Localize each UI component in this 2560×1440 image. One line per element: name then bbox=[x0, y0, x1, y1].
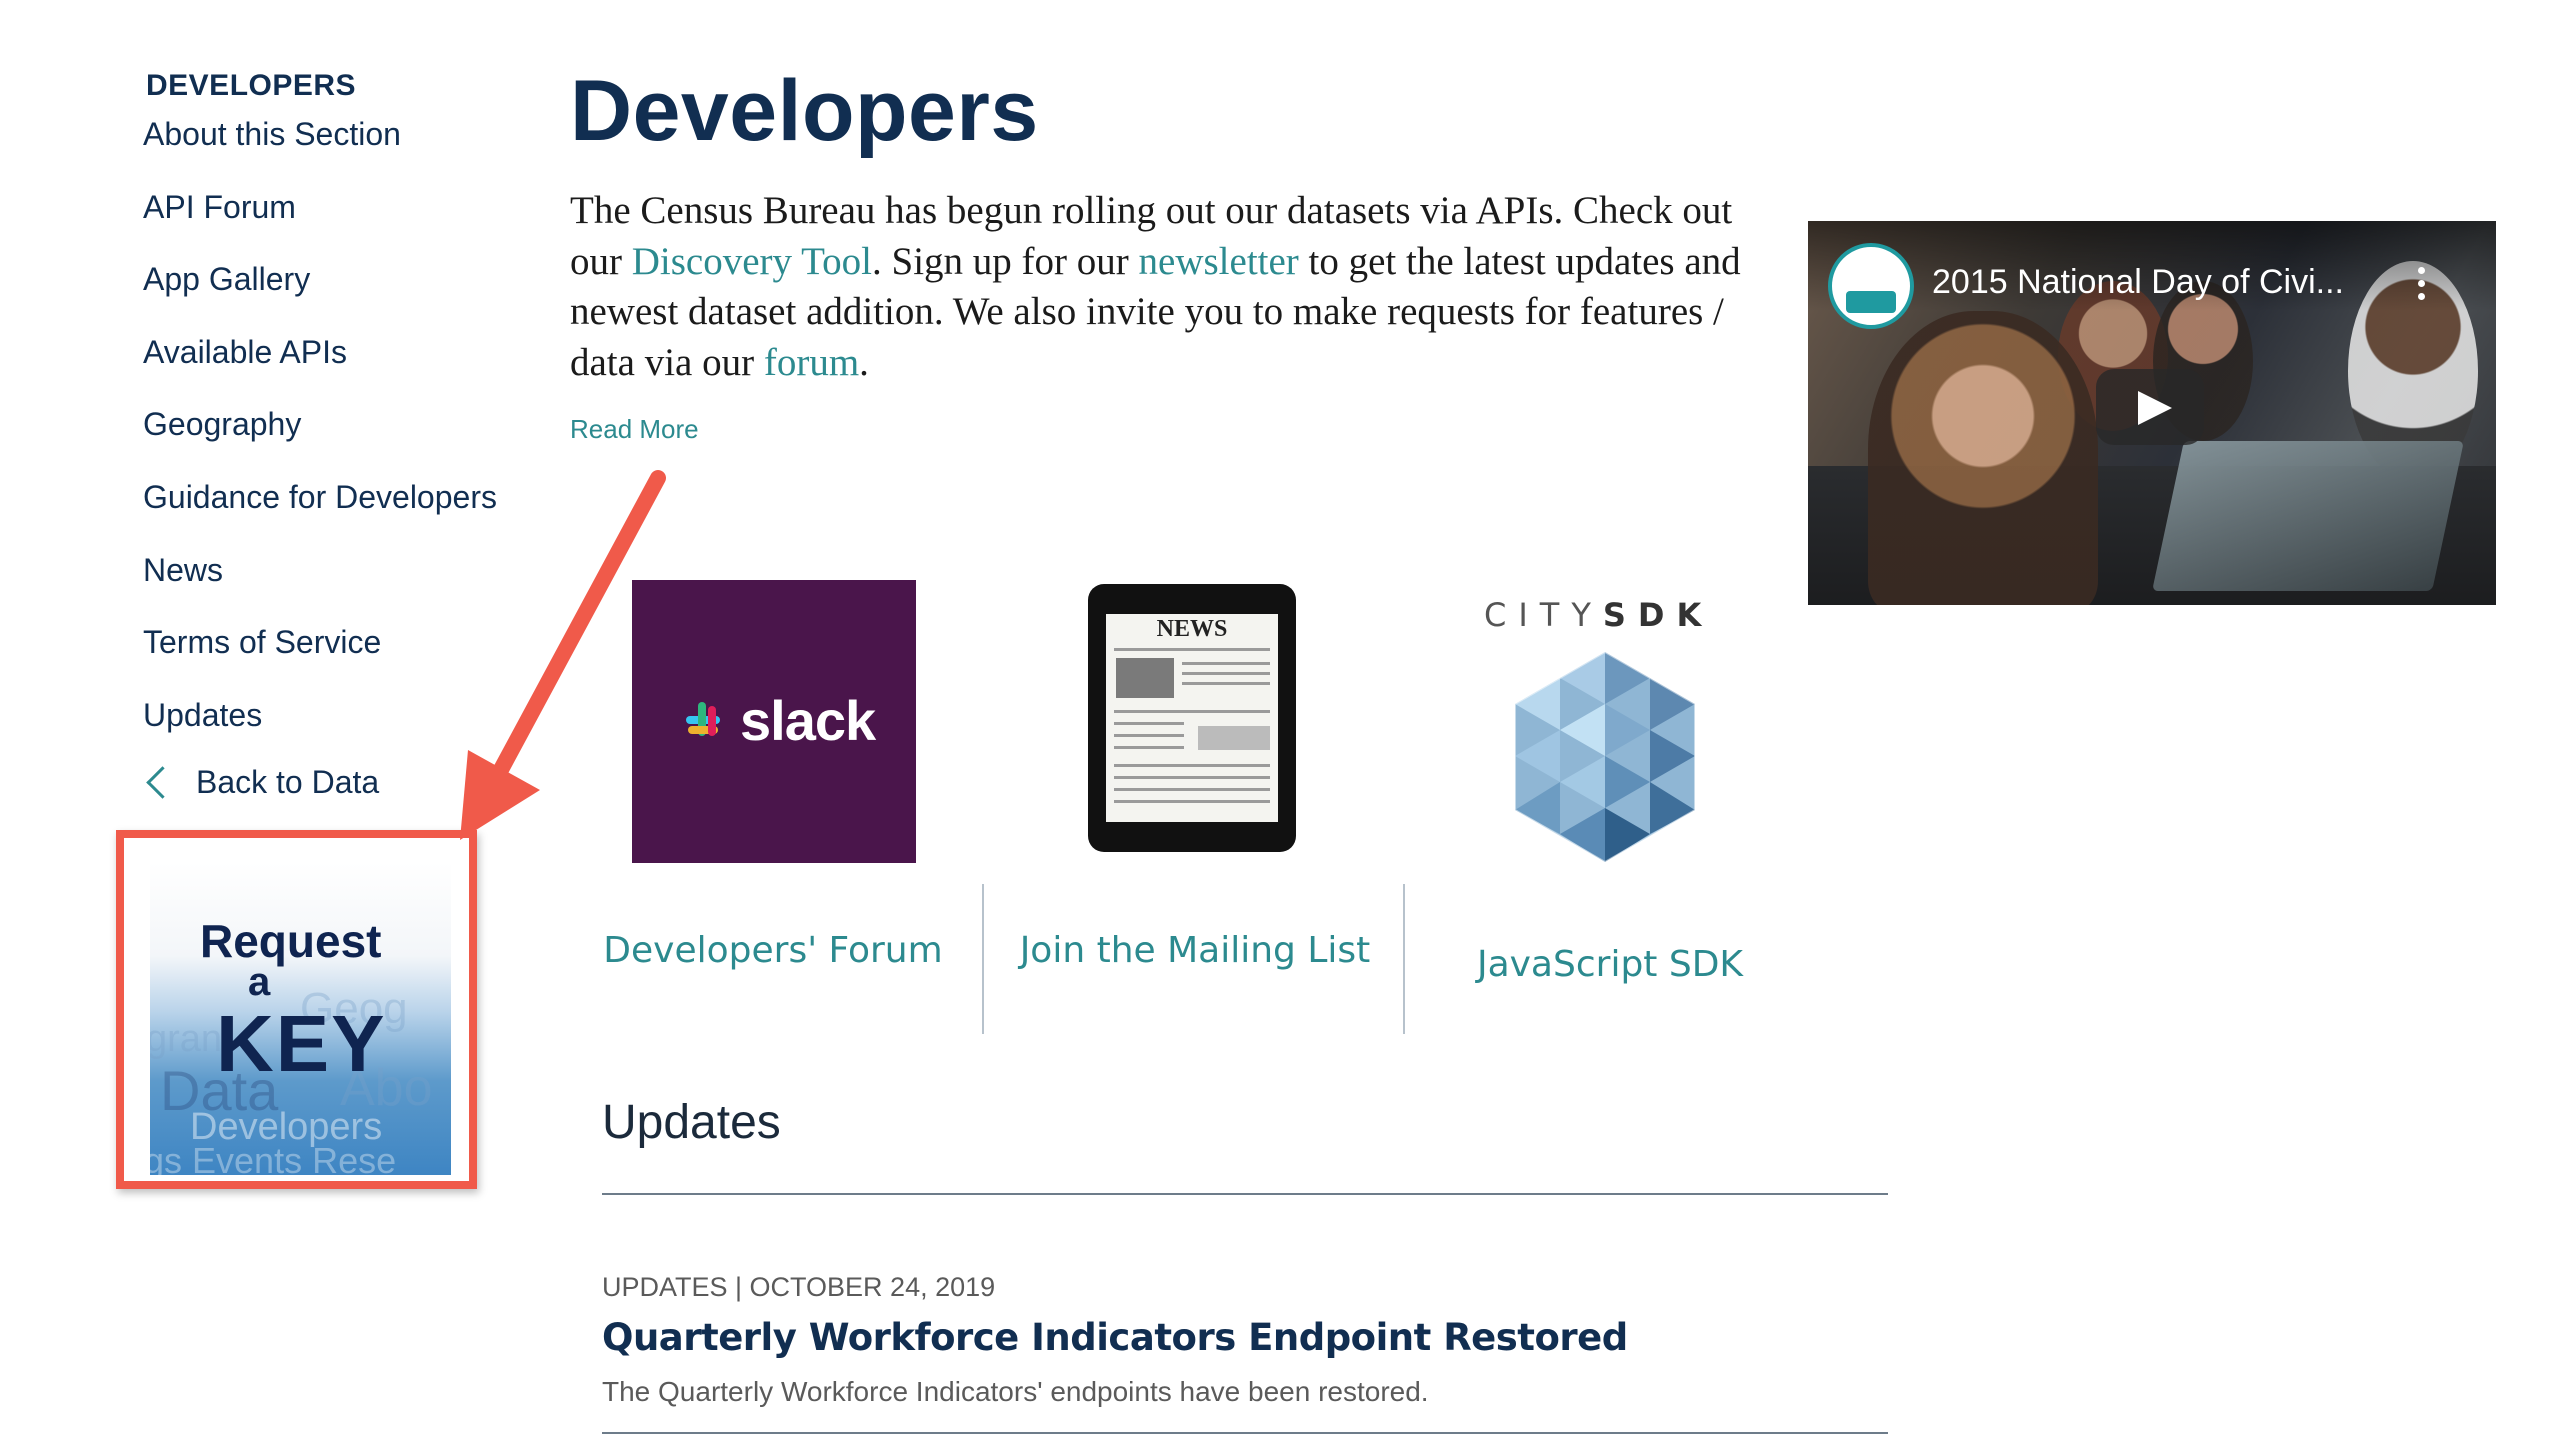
card-mailing-list: Join the Mailing List bbox=[990, 930, 1400, 971]
card-divider bbox=[1403, 884, 1405, 1034]
key-watermark-text: gs Events Rese bbox=[150, 1140, 397, 1175]
citysdk-sdk: SDK bbox=[1602, 596, 1714, 634]
post-title-link[interactable]: Quarterly Workforce Indicators Endpoint … bbox=[602, 1316, 1628, 1359]
key-title-request: Request bbox=[200, 915, 382, 967]
mailing-list-image-link[interactable]: NEWS bbox=[1088, 584, 1296, 852]
sidebar-heading: DEVELOPERS bbox=[146, 69, 357, 102]
play-icon bbox=[2138, 391, 2172, 425]
card-javascript-sdk: JavaScript SDK bbox=[1410, 944, 1810, 985]
tablet-news-icon: NEWS bbox=[1106, 614, 1278, 822]
discovery-tool-link[interactable]: Discovery Tool bbox=[632, 240, 872, 283]
intro-text: . Sign up for our bbox=[872, 239, 1139, 283]
sidebar-link-updates[interactable]: Updates bbox=[143, 695, 262, 735]
intro-text: . bbox=[859, 340, 869, 384]
request-key-image-link[interactable]: Geog gran Data Abo Developers gs Events … bbox=[150, 862, 451, 1175]
sidebar-item-app-gallery: App Gallery bbox=[143, 259, 523, 332]
forum-link[interactable]: forum bbox=[764, 341, 859, 384]
chevron-left-icon bbox=[146, 766, 179, 799]
intro-paragraph: The Census Bureau has begun rolling out … bbox=[570, 186, 1790, 388]
post-summary: The Quarterly Workforce Indicators' endp… bbox=[602, 1376, 1429, 1407]
sidebar-link-geography[interactable]: Geography bbox=[143, 404, 301, 444]
key-watermark-text: gran bbox=[150, 1018, 223, 1060]
tablet-news-label: NEWS bbox=[1156, 616, 1228, 642]
slack-wordmark: slack bbox=[740, 689, 876, 752]
read-more-link[interactable]: Read More bbox=[570, 414, 699, 445]
key-title-key: KEY bbox=[216, 999, 387, 1088]
video-frame-laptop bbox=[2152, 441, 2464, 591]
channel-avatar-icon[interactable] bbox=[1828, 243, 1914, 329]
sidebar-item-available-apis: Available APIs bbox=[143, 332, 523, 405]
post-divider bbox=[602, 1432, 1888, 1434]
card-developers-forum: Developers' Forum bbox=[568, 930, 978, 971]
more-options-icon[interactable] bbox=[2418, 267, 2426, 303]
javascript-sdk-link[interactable]: JavaScript SDK bbox=[1410, 944, 1810, 985]
slack-logo-icon bbox=[686, 702, 720, 736]
video-title[interactable]: 2015 National Day of Civi... bbox=[1932, 263, 2344, 302]
back-to-data-link[interactable]: Back to Data bbox=[196, 764, 379, 801]
request-key-highlight: Geog gran Data Abo Developers gs Events … bbox=[116, 830, 477, 1189]
citysdk-city: CITY bbox=[1484, 596, 1603, 634]
play-button[interactable] bbox=[2096, 369, 2204, 445]
slack-image-link[interactable]: slack bbox=[632, 580, 916, 863]
newsletter-link[interactable]: newsletter bbox=[1139, 240, 1299, 283]
sidebar-link-news[interactable]: News bbox=[143, 550, 223, 590]
sidebar-link-app-gallery[interactable]: App Gallery bbox=[143, 259, 310, 299]
video-frame-figure bbox=[1868, 311, 2098, 605]
mailing-list-link[interactable]: Join the Mailing List bbox=[990, 930, 1400, 971]
video-player[interactable]: 2015 National Day of Civi... bbox=[1808, 221, 2496, 605]
page-title: Developers bbox=[570, 63, 1039, 159]
sidebar-link-about[interactable]: About this Section bbox=[143, 114, 401, 154]
updates-divider bbox=[602, 1193, 1888, 1195]
updates-heading: Updates bbox=[602, 1096, 781, 1149]
post-meta: UPDATES | OCTOBER 24, 2019 bbox=[602, 1272, 996, 1302]
sidebar-link-api-forum[interactable]: API Forum bbox=[143, 187, 296, 227]
sidebar-item-about: About this Section bbox=[143, 114, 523, 187]
sidebar-link-available-apis[interactable]: Available APIs bbox=[143, 332, 347, 372]
sidebar-item-api-forum: API Forum bbox=[143, 187, 523, 260]
developers-forum-link[interactable]: Developers' Forum bbox=[568, 930, 978, 971]
citysdk-wordmark: CITYSDK bbox=[1484, 596, 1713, 634]
sidebar-link-terms[interactable]: Terms of Service bbox=[143, 622, 381, 662]
citysdk-hex-icon bbox=[1514, 652, 1696, 862]
card-divider bbox=[982, 884, 984, 1034]
